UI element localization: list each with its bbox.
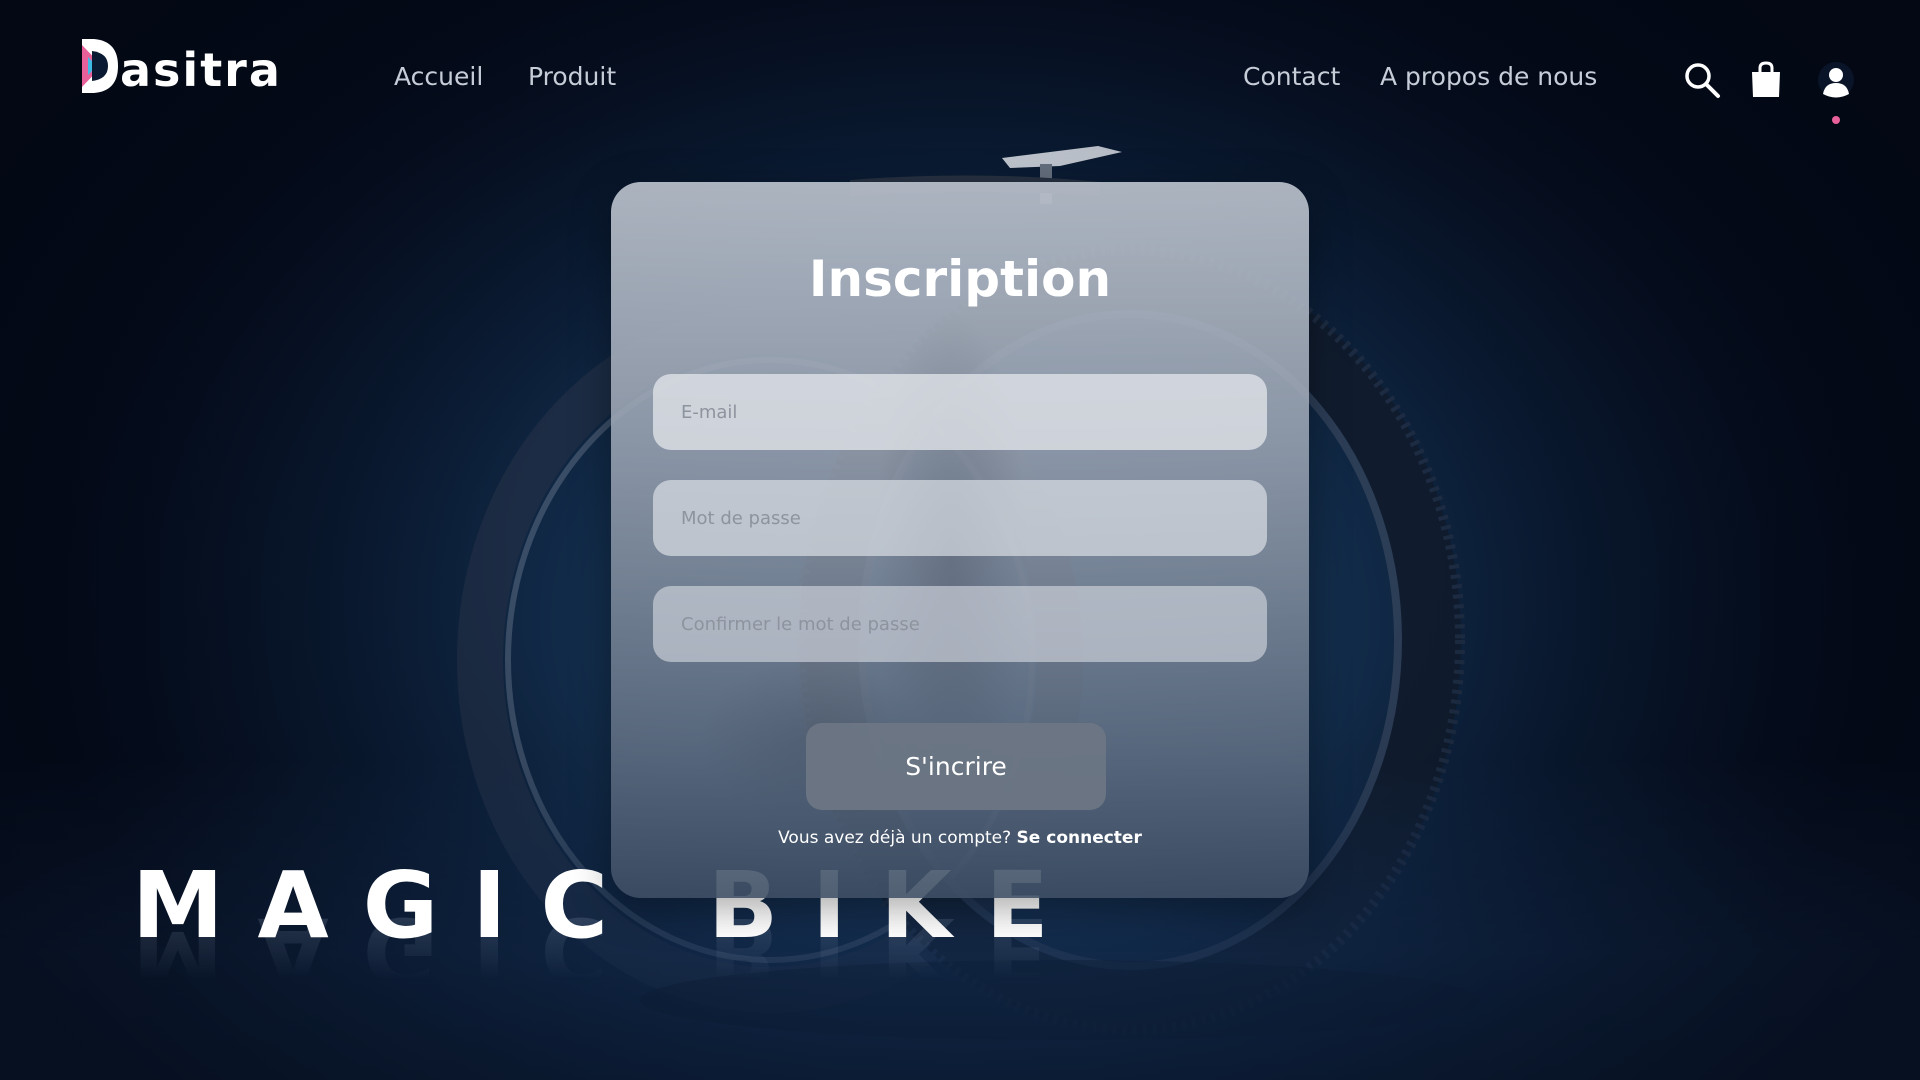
login-link[interactable]: Se connecter xyxy=(1017,828,1142,848)
signup-button[interactable]: S'incrire xyxy=(806,723,1106,810)
confirm-password-field[interactable] xyxy=(653,586,1267,662)
nav-produit[interactable]: Produit xyxy=(528,62,616,91)
login-prompt-text: Vous avez déjà un compte? xyxy=(778,828,1012,848)
brand-name: asitra xyxy=(120,43,282,97)
signup-card: Inscription S'incrire Vous avez déjà un … xyxy=(611,182,1309,898)
brand-logo[interactable]: asitra xyxy=(80,36,282,97)
login-prompt: Vous avez déjà un compte? Se connecter xyxy=(611,828,1309,848)
site-header: asitra Accueil Produit Contact A propos … xyxy=(0,0,1920,160)
logo-mark-icon xyxy=(82,39,118,93)
search-button[interactable] xyxy=(1682,60,1722,100)
nav-contact[interactable]: Contact xyxy=(1243,62,1340,91)
account-button[interactable] xyxy=(1816,60,1856,100)
cart-button[interactable] xyxy=(1748,60,1784,100)
form-title: Inscription xyxy=(808,250,1112,308)
signup-page: MAGIC BIKE MAGIC BIKE asitra Accueil Pro… xyxy=(0,0,1920,1080)
password-field[interactable] xyxy=(653,480,1267,556)
nav-a-propos[interactable]: A propos de nous xyxy=(1380,62,1597,91)
account-indicator-dot xyxy=(1832,116,1840,124)
user-icon xyxy=(1818,62,1854,98)
search-icon xyxy=(1685,63,1720,98)
email-field[interactable] xyxy=(653,374,1267,450)
shopping-bag-icon xyxy=(1752,61,1780,97)
nav-accueil[interactable]: Accueil xyxy=(394,62,483,91)
